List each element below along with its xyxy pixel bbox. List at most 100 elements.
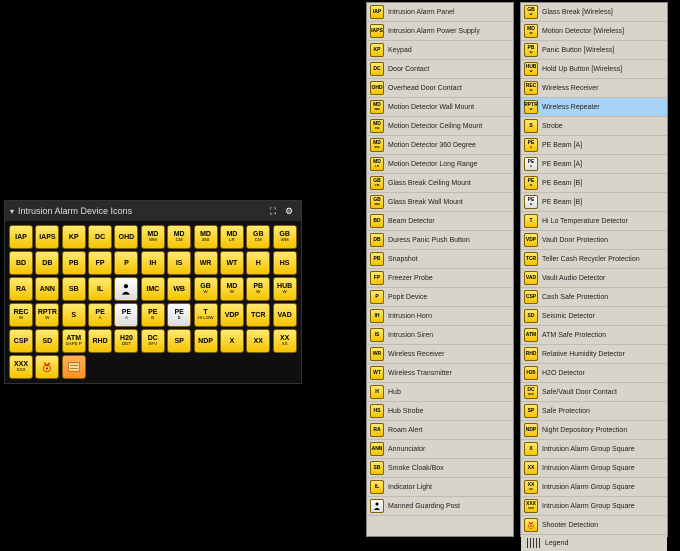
palette-icon[interactable]: XXXXXX <box>9 355 33 379</box>
legend-row[interactable]: WRWireless Receiver <box>367 345 513 364</box>
legend-row[interactable]: SPSafe Protection <box>521 402 667 421</box>
palette-icon[interactable]: MDW <box>220 277 244 301</box>
legend-row[interactable]: MD360Motion Detector 360 Degree <box>367 136 513 155</box>
palette-icon[interactable]: GBWM <box>273 225 297 249</box>
palette-icon[interactable]: CSP <box>9 329 33 353</box>
palette-icon[interactable]: NDP <box>194 329 218 353</box>
palette-icon[interactable]: WR <box>194 251 218 275</box>
palette-icon[interactable]: IMC <box>141 277 165 301</box>
palette-icon[interactable]: BD <box>9 251 33 275</box>
legend-row[interactable]: MDCMMotion Detector Ceiling Mount <box>367 117 513 136</box>
legend-row[interactable]: IAPSIntrusion Alarm Power Supply <box>367 22 513 41</box>
palette-icon[interactable] <box>62 355 86 379</box>
legend-row[interactable]: THi Lo Temperature Detector <box>521 212 667 231</box>
legend-row[interactable]: HUBWHold Up Button [Wireless] <box>521 60 667 79</box>
legend-row[interactable]: RARoam Alert <box>367 421 513 440</box>
legend-row[interactable]: NDPNight Depository Protection <box>521 421 667 440</box>
legend-row[interactable]: PPopit Device <box>367 288 513 307</box>
legend-row[interactable]: XXXXXXIntrusion Alarm Group Square <box>521 497 667 516</box>
legend-row[interactable]: H20H2O Detector <box>521 364 667 383</box>
palette-icon[interactable]: S <box>62 303 86 327</box>
palette-icon[interactable]: RA <box>9 277 33 301</box>
legend-row[interactable]: PEBPE Beam [B] <box>521 193 667 212</box>
palette-icon[interactable]: HS <box>273 251 297 275</box>
palette-icon[interactable]: IAP <box>9 225 33 249</box>
legend-row[interactable]: XXXXIntrusion Alarm Group Square <box>521 478 667 497</box>
legend-row[interactable]: DCSFVSafe/Vault Door Contact <box>521 383 667 402</box>
palette-icon[interactable]: GBW <box>194 277 218 301</box>
legend-row[interactable]: GBWMGlass Break Wall Mount <box>367 193 513 212</box>
palette-icon[interactable]: IH <box>141 251 165 275</box>
legend-row[interactable]: MDWMMotion Detector Wall Mount <box>367 98 513 117</box>
legend-row[interactable]: SDSeismic Detector <box>521 307 667 326</box>
palette-icon[interactable]: MD360 <box>194 225 218 249</box>
palette-icon[interactable]: DB <box>35 251 59 275</box>
palette-icon[interactable]: GBCM <box>246 225 270 249</box>
palette-icon[interactable]: DC <box>88 225 112 249</box>
palette-icon[interactable]: RPTRW <box>35 303 59 327</box>
legend-row[interactable]: TCRTeller Cash Recycler Protection <box>521 250 667 269</box>
legend-row[interactable]: IHIntrusion Horn <box>367 307 513 326</box>
legend-row[interactable]: WTWireless Transmitter <box>367 364 513 383</box>
palette-icon[interactable]: ATMSAFE P <box>62 329 86 353</box>
legend-row[interactable]: PBWPanic Button [Wireless] <box>521 41 667 60</box>
palette-icon[interactable]: IS <box>167 251 191 275</box>
palette-icon[interactable]: MDCM <box>167 225 191 249</box>
palette-icon[interactable]: P <box>114 251 138 275</box>
legend-row[interactable]: Manned Guarding Post <box>367 497 513 516</box>
legend-row[interactable]: RPTRWWireless Repeater <box>521 98 667 117</box>
legend-row[interactable]: XIntrusion Alarm Group Square <box>521 440 667 459</box>
collapse-icon[interactable]: ▾ <box>10 207 14 216</box>
legend-row[interactable]: RECWWireless Receiver <box>521 79 667 98</box>
palette-icon[interactable]: DCSFV <box>141 329 165 353</box>
legend-row[interactable]: ATMATM Safe Protection <box>521 326 667 345</box>
palette-icon[interactable]: KP <box>62 225 86 249</box>
palette-icon[interactable]: TCR <box>246 303 270 327</box>
expand-button[interactable]: ⛶ <box>266 204 280 218</box>
legend-row[interactable]: ANNAnnunciator <box>367 440 513 459</box>
palette-icon[interactable]: PEA <box>114 303 138 327</box>
palette-icon[interactable]: RECW <box>9 303 33 327</box>
legend-row[interactable]: SStrobe <box>521 117 667 136</box>
palette-icon[interactable]: IAPS <box>35 225 59 249</box>
legend-row[interactable]: PEAPE Beam [A] <box>521 136 667 155</box>
palette-icon[interactable]: FP <box>88 251 112 275</box>
legend-row[interactable]: VADVault Audio Detector <box>521 269 667 288</box>
legend-row[interactable]: PEBPE Beam [B] <box>521 174 667 193</box>
palette-icon[interactable]: VAD <box>273 303 297 327</box>
palette-icon[interactable]: H20DET <box>114 329 138 353</box>
legend-row[interactable]: ISIntrusion Siren <box>367 326 513 345</box>
legend-row[interactable]: PBSnapshot <box>367 250 513 269</box>
palette-icon[interactable]: PEB <box>141 303 165 327</box>
palette-icon[interactable]: HUBW <box>273 277 297 301</box>
palette-icon[interactable]: MDLR <box>220 225 244 249</box>
legend-row[interactable]: HSHub Strobe <box>367 402 513 421</box>
legend-row[interactable]: MDLRMotion Detector Long Range <box>367 155 513 174</box>
palette-icon[interactable]: SD <box>35 329 59 353</box>
palette-icon[interactable]: IL <box>88 277 112 301</box>
legend-row[interactable]: MDWMotion Detector [Wireless] <box>521 22 667 41</box>
palette-icon[interactable]: PEB <box>167 303 191 327</box>
palette-icon[interactable] <box>114 277 138 301</box>
legend-row[interactable]: DCDoor Contact <box>367 60 513 79</box>
legend-row[interactable]: XXIntrusion Alarm Group Square <box>521 459 667 478</box>
palette-icon[interactable]: H <box>246 251 270 275</box>
palette-icon[interactable]: RHD <box>88 329 112 353</box>
legend-row[interactable]: BDBeam Detector <box>367 212 513 231</box>
legend-row[interactable]: DBDuress Panic Push Button <box>367 231 513 250</box>
legend-row[interactable]: FPFreezer Probe <box>367 269 513 288</box>
legend-row[interactable]: IAPIntrusion Alarm Panel <box>367 3 513 22</box>
palette-icon[interactable]: MDWM <box>141 225 165 249</box>
palette-icon[interactable]: X <box>220 329 244 353</box>
palette-icon[interactable]: OHD <box>114 225 138 249</box>
legend-row[interactable]: ILIndicator Light <box>367 478 513 497</box>
palette-icon[interactable]: XX <box>246 329 270 353</box>
legend-row[interactable]: SBSmoke Cloak/Box <box>367 459 513 478</box>
legend-row[interactable]: KPKeypad <box>367 41 513 60</box>
legend-row[interactable]: Shooter Detection <box>521 516 667 535</box>
palette-icon[interactable]: PB <box>62 251 86 275</box>
palette-icon[interactable] <box>35 355 59 379</box>
palette-icon[interactable]: XXXX <box>273 329 297 353</box>
palette-icon[interactable]: SP <box>167 329 191 353</box>
palette-icon[interactable]: WB <box>167 277 191 301</box>
